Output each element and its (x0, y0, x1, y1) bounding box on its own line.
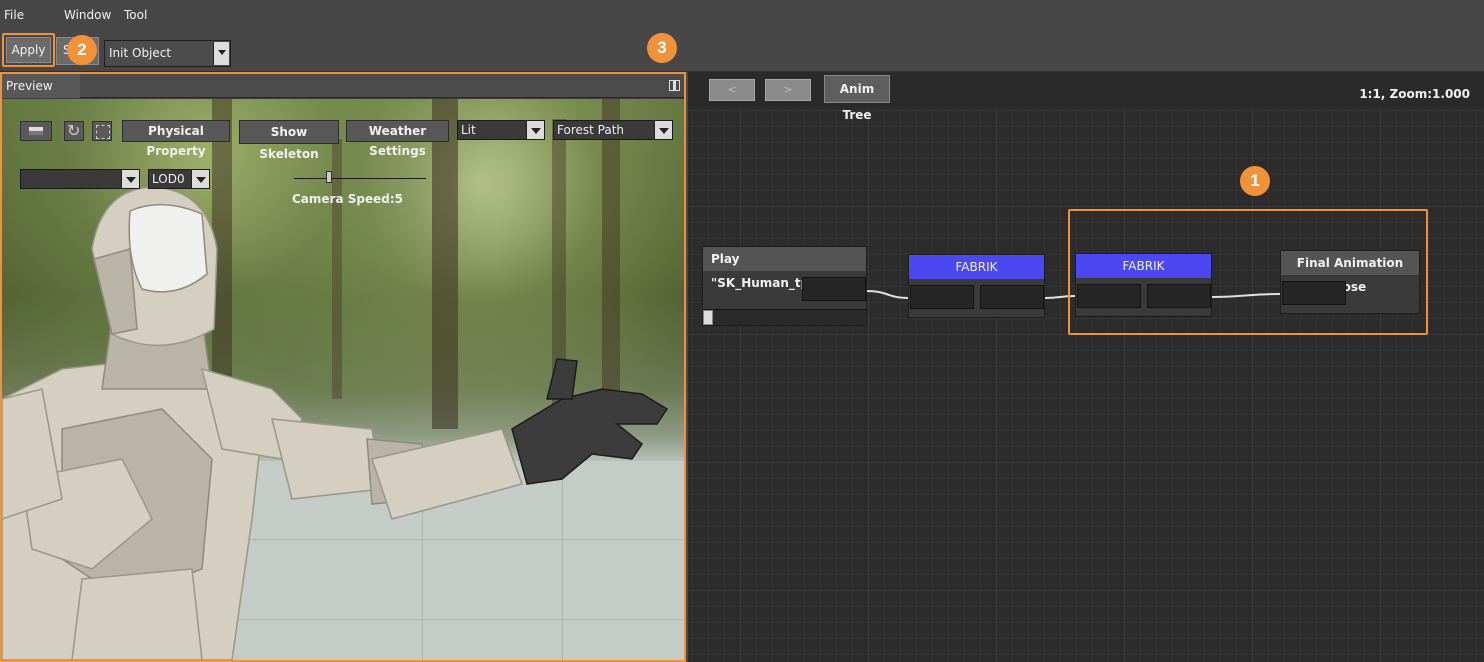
weather-settings-button[interactable]: Weather Settings (346, 120, 449, 158)
output-pin[interactable] (980, 285, 1044, 309)
selection-highlight (1068, 209, 1428, 335)
play-animation-node[interactable]: Play "SK_Human_tpose" (702, 246, 867, 326)
chevron-down-icon (213, 42, 229, 65)
anim-graph-panel[interactable]: < > Anim Tree 1:1, Zoom:1.000 Play "SK_H… (688, 72, 1484, 662)
output-pin[interactable] (802, 277, 866, 301)
camera-speed-label: Camera Speed:5 (292, 192, 403, 206)
node-title: Play "SK_Human_tpose" (703, 247, 866, 290)
lod-select[interactable]: LOD0 (148, 169, 210, 189)
lighting-mode-value: Lit (461, 123, 476, 137)
menu-file[interactable]: File (4, 8, 24, 22)
menu-bar: File Window Tool (0, 0, 1484, 30)
object-select[interactable]: Init Object (104, 40, 231, 67)
main-toolbar: Apply S 2 Init Object 3 (0, 30, 1484, 72)
dock-pin-icon[interactable] (669, 80, 680, 91)
playback-progress-handle[interactable] (703, 310, 713, 325)
environment-select[interactable]: Forest Path (553, 120, 673, 140)
object-select-value: Init Object (109, 46, 172, 60)
badge-two: 2 (67, 35, 97, 65)
menu-window[interactable]: Window (64, 8, 111, 22)
playback-progress[interactable] (703, 309, 866, 325)
chevron-down-icon (654, 121, 672, 139)
preview-viewport[interactable]: Physical Property Show Skeleton Weather … (2, 99, 684, 660)
lighting-icon[interactable] (20, 121, 52, 141)
animation-select[interactable] (20, 169, 140, 189)
node-connections (865, 290, 1281, 299)
lighting-mode-select[interactable]: Lit (457, 120, 545, 140)
show-skeleton-button[interactable]: Show Skeleton (239, 120, 339, 161)
menu-tool[interactable]: Tool (124, 8, 147, 22)
fabrik-node-1[interactable]: FABRIK (908, 254, 1045, 318)
environment-value: Forest Path (557, 123, 625, 137)
chevron-down-icon (191, 170, 209, 188)
node-title: FABRIK (909, 255, 1044, 279)
texture-icon[interactable] (92, 121, 112, 141)
chevron-down-icon (121, 170, 139, 188)
refresh-icon[interactable] (64, 121, 84, 141)
camera-speed-slider-thumb[interactable] (326, 171, 332, 183)
camera-speed-slider[interactable] (294, 178, 426, 179)
chevron-down-icon (526, 121, 544, 139)
badge-one: 1 (1240, 166, 1270, 196)
apply-button[interactable]: Apply (6, 37, 51, 63)
lod-value: LOD0 (152, 172, 185, 186)
tab-preview[interactable]: Preview (2, 74, 80, 98)
preview-header: Preview (2, 74, 684, 98)
preview-panel: Preview ↻ Physical Property Show Skeleto… (0, 72, 686, 662)
badge-three: 3 (647, 33, 677, 63)
physical-property-button[interactable]: Physical Property (122, 120, 230, 158)
input-pin[interactable] (910, 285, 974, 309)
